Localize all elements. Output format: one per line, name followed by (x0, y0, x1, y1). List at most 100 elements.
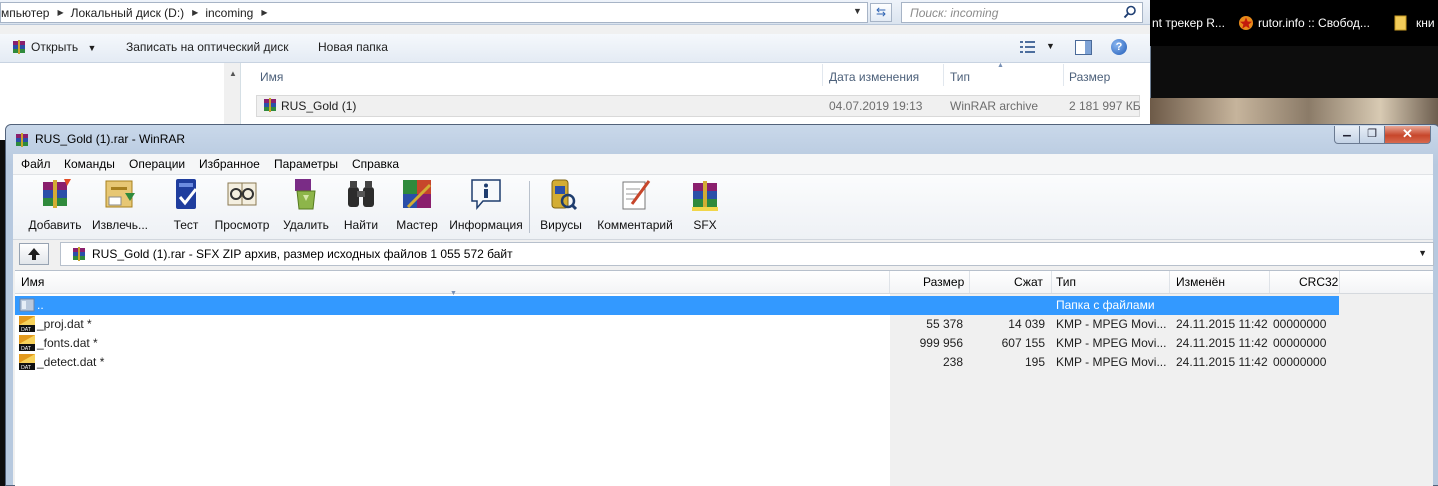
column-divider[interactable] (1169, 271, 1170, 293)
dat-file-icon: DAT (19, 354, 35, 370)
search-icon[interactable] (1123, 5, 1137, 19)
explorer-address-bar: мпьютер ▶ Локальный диск (D:) ▶ incoming… (0, 0, 1150, 25)
menu-file[interactable]: Файл (21, 157, 51, 171)
column-divider[interactable] (889, 271, 890, 293)
menu-commands[interactable]: Команды (64, 157, 115, 171)
sfx-label: SFX (693, 218, 717, 232)
winrar-app-icon (16, 133, 28, 147)
up-folder-button[interactable] (19, 243, 49, 265)
table-row[interactable]: DAT _proj.dat * 55 378 14 039 KMP - MPEG… (15, 315, 1339, 334)
comment-label: Комментарий (597, 218, 673, 232)
sort-indicator-icon: ▲ (997, 62, 1004, 69)
delete-button[interactable]: Удалить (282, 177, 330, 232)
bookmark-tracker[interactable]: nt трекер R... (1152, 16, 1225, 30)
search-input[interactable]: Поиск: incoming (901, 2, 1143, 23)
file-date: 04.07.2019 19:13 (829, 99, 923, 113)
column-header-name[interactable]: Имя (21, 275, 44, 289)
new-folder-button[interactable]: Новая папка (318, 40, 388, 54)
chevron-down-icon: ▼ (87, 43, 97, 53)
file-crc32: 00000000 (1273, 336, 1327, 350)
table-row[interactable]: DAT _fonts.dat * 999 956 607 155 KMP - M… (15, 334, 1339, 353)
extract-button[interactable]: Извлечь... (90, 177, 150, 232)
table-row-parent-folder[interactable]: .. Папка с файлами (15, 296, 1339, 315)
file-crc32: 00000000 (1273, 317, 1327, 331)
breadcrumb-drive-d[interactable]: Локальный диск (D:) (71, 6, 188, 20)
test-button[interactable]: Тест (164, 177, 208, 232)
view-button[interactable]: Просмотр (213, 177, 271, 232)
find-icon (348, 181, 374, 207)
open-button[interactable]: Открыть ▼ (31, 40, 96, 54)
column-header-size[interactable]: Размер (1069, 70, 1110, 84)
column-divider[interactable] (822, 64, 823, 86)
column-divider[interactable] (1063, 64, 1064, 86)
file-packed-size: 607 155 (1001, 336, 1045, 350)
menu-help[interactable]: Справка (352, 157, 399, 171)
archive-path-field[interactable]: RUS_Gold (1).rar - SFX ZIP архив, размер… (60, 242, 1434, 266)
title-bar[interactable]: RUS_Gold (1).rar - WinRAR ▁ ❐ ✕ (6, 125, 1438, 153)
column-divider[interactable] (1051, 271, 1052, 293)
menu-options[interactable]: Параметры (274, 157, 338, 171)
chevron-down-icon[interactable]: ▼ (1046, 41, 1055, 51)
maximize-button[interactable]: ❐ (1359, 126, 1385, 144)
winrar-client-area: Файл Команды Операции Избранное Параметр… (13, 154, 1434, 486)
explorer-window: мпьютер ▶ Локальный диск (D:) ▶ incoming… (0, 0, 1151, 140)
breadcrumb-computer[interactable]: мпьютер (1, 6, 52, 20)
column-header-type[interactable]: Тип (950, 70, 970, 84)
column-divider[interactable] (943, 64, 944, 86)
file-packed-size: 195 (1024, 355, 1045, 369)
menu-favorites[interactable]: Избранное (199, 157, 260, 171)
info-label: Информация (449, 218, 523, 232)
path-bar: RUS_Gold (1).rar - SFX ZIP архив, размер… (13, 240, 1434, 268)
rutor-logo-icon (1239, 16, 1253, 30)
column-header-modified[interactable]: Изменён (1176, 275, 1225, 289)
breadcrumb[interactable]: мпьютер ▶ Локальный диск (D:) ▶ incoming… (0, 2, 868, 23)
menu-operations[interactable]: Операции (129, 157, 185, 171)
toolbar: Добавить Извлечь... Тест Просмотр Удалит… (13, 175, 1433, 240)
archive-file-list: Имя Размер Сжат Тип Изменён CRC32 ▼ .. П… (15, 270, 1433, 486)
file-type: KMP - MPEG Movi... (1056, 317, 1167, 331)
burn-disc-button[interactable]: Записать на оптический диск (126, 40, 289, 54)
column-header-date[interactable]: Дата изменения (829, 70, 919, 84)
comment-button[interactable]: Комментарий (593, 177, 677, 232)
column-divider[interactable] (969, 271, 970, 293)
chevron-down-icon[interactable]: ▼ (853, 6, 862, 16)
file-list-header: Имя Размер Сжат Тип Изменён CRC32 (15, 271, 1433, 294)
sfx-button[interactable]: SFX (684, 177, 726, 232)
help-icon[interactable]: ? (1111, 39, 1127, 55)
test-icon (176, 179, 198, 209)
column-header-crc32[interactable]: CRC32 (1299, 275, 1338, 289)
delete-icon (295, 179, 316, 210)
table-row[interactable]: DAT _detect.dat * 238 195 KMP - MPEG Mov… (15, 353, 1339, 372)
info-icon (471, 179, 501, 211)
close-button[interactable]: ✕ (1384, 126, 1431, 144)
bookmark-rutor[interactable]: rutor.info :: Свобод... (1258, 16, 1370, 30)
find-button[interactable]: Найти (339, 177, 383, 232)
refresh-button[interactable]: ⇆ (870, 3, 892, 22)
preview-pane-icon[interactable] (1075, 40, 1092, 55)
chevron-down-icon[interactable]: ▼ (1418, 248, 1427, 258)
file-type: Папка с файлами (1056, 298, 1155, 312)
column-header-packed[interactable]: Сжат (1014, 275, 1043, 289)
minimize-button[interactable]: ▁ (1334, 126, 1360, 144)
virus-scan-icon (551, 179, 578, 211)
add-button[interactable]: Добавить (27, 177, 83, 232)
bookmark-books[interactable]: кни (1416, 16, 1435, 30)
column-divider[interactable] (1339, 271, 1340, 293)
chevron-right-icon[interactable]: ▶ (256, 8, 274, 17)
file-name: _fonts.dat * (37, 336, 98, 350)
breadcrumb-incoming[interactable]: incoming (205, 6, 256, 20)
chevron-right-icon[interactable]: ▶ (52, 8, 70, 17)
winrar-archive-icon (264, 98, 276, 112)
column-header-type[interactable]: Тип (1056, 275, 1076, 289)
column-header-name[interactable]: Имя (260, 70, 283, 84)
view-icon (227, 182, 257, 206)
column-divider[interactable] (1269, 271, 1270, 293)
chevron-right-icon[interactable]: ▶ (187, 8, 205, 17)
svg-text:DAT: DAT (21, 327, 32, 332)
wizard-button[interactable]: Мастер (393, 177, 441, 232)
view-options-icon[interactable] (1020, 40, 1036, 54)
info-button[interactable]: Информация (446, 177, 526, 232)
scroll-up-icon[interactable]: ▲ (229, 69, 237, 78)
column-header-size[interactable]: Размер (923, 275, 964, 289)
virus-scan-button[interactable]: Вирусы (538, 177, 584, 232)
